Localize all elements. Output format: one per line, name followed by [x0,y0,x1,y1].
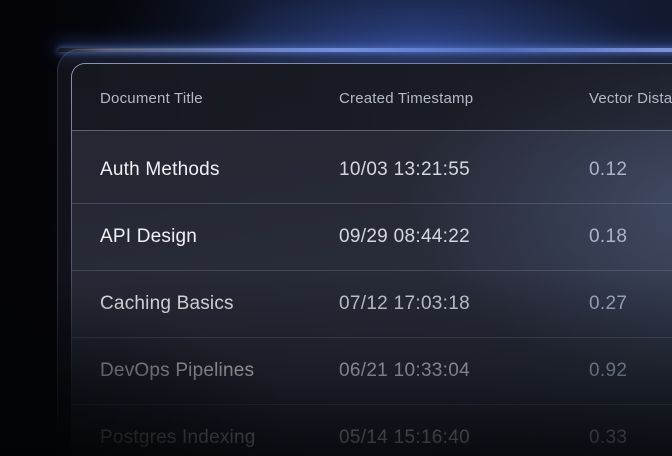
document-title-cell: DevOps Pipelines [100,360,339,382]
table-row[interactable]: Auth Methods 10/03 13:21:55 0.12 [72,137,672,204]
documents-table: Document Title Created Timestamp Vector … [72,64,672,456]
created-timestamp-cell: 07/12 17:03:18 [339,293,589,315]
document-title-cell: API Design [100,226,339,248]
document-title-cell: Auth Methods [100,159,339,181]
table-card: Document Title Created Timestamp Vector … [57,49,672,456]
document-title-cell: Caching Basics [100,293,339,315]
card-top-edge-glow [58,48,672,52]
created-timestamp-cell: 10/03 13:21:55 [339,159,589,181]
vector-distance-cell: 0.33 [589,427,672,449]
column-header-created-timestamp: Created Timestamp [339,90,589,107]
column-header-vector-distance: Vector Distance [589,90,672,107]
table-row[interactable]: Caching Basics 07/12 17:03:18 0.27 [72,271,672,338]
table-body: Auth Methods 10/03 13:21:55 0.12 API Des… [72,131,672,456]
vector-distance-cell: 0.12 [589,159,672,181]
table-panel-border: Document Title Created Timestamp Vector … [71,63,672,456]
vector-distance-cell: 0.18 [589,226,672,248]
created-timestamp-cell: 06/21 10:33:04 [339,360,589,382]
hero-background: Document Title Created Timestamp Vector … [0,0,672,456]
table-row[interactable]: Postgres Indexing 05/14 15:16:40 0.33 [72,405,672,456]
document-title-cell: Postgres Indexing [100,427,339,449]
table-row[interactable]: DevOps Pipelines 06/21 10:33:04 0.92 [72,338,672,405]
table-header-row: Document Title Created Timestamp Vector … [72,64,672,131]
created-timestamp-cell: 05/14 15:16:40 [339,427,589,449]
vector-distance-cell: 0.27 [589,293,672,315]
created-timestamp-cell: 09/29 08:44:22 [339,226,589,248]
table-row[interactable]: API Design 09/29 08:44:22 0.18 [72,204,672,271]
vector-distance-cell: 0.92 [589,360,672,382]
column-header-document-title: Document Title [100,90,339,107]
